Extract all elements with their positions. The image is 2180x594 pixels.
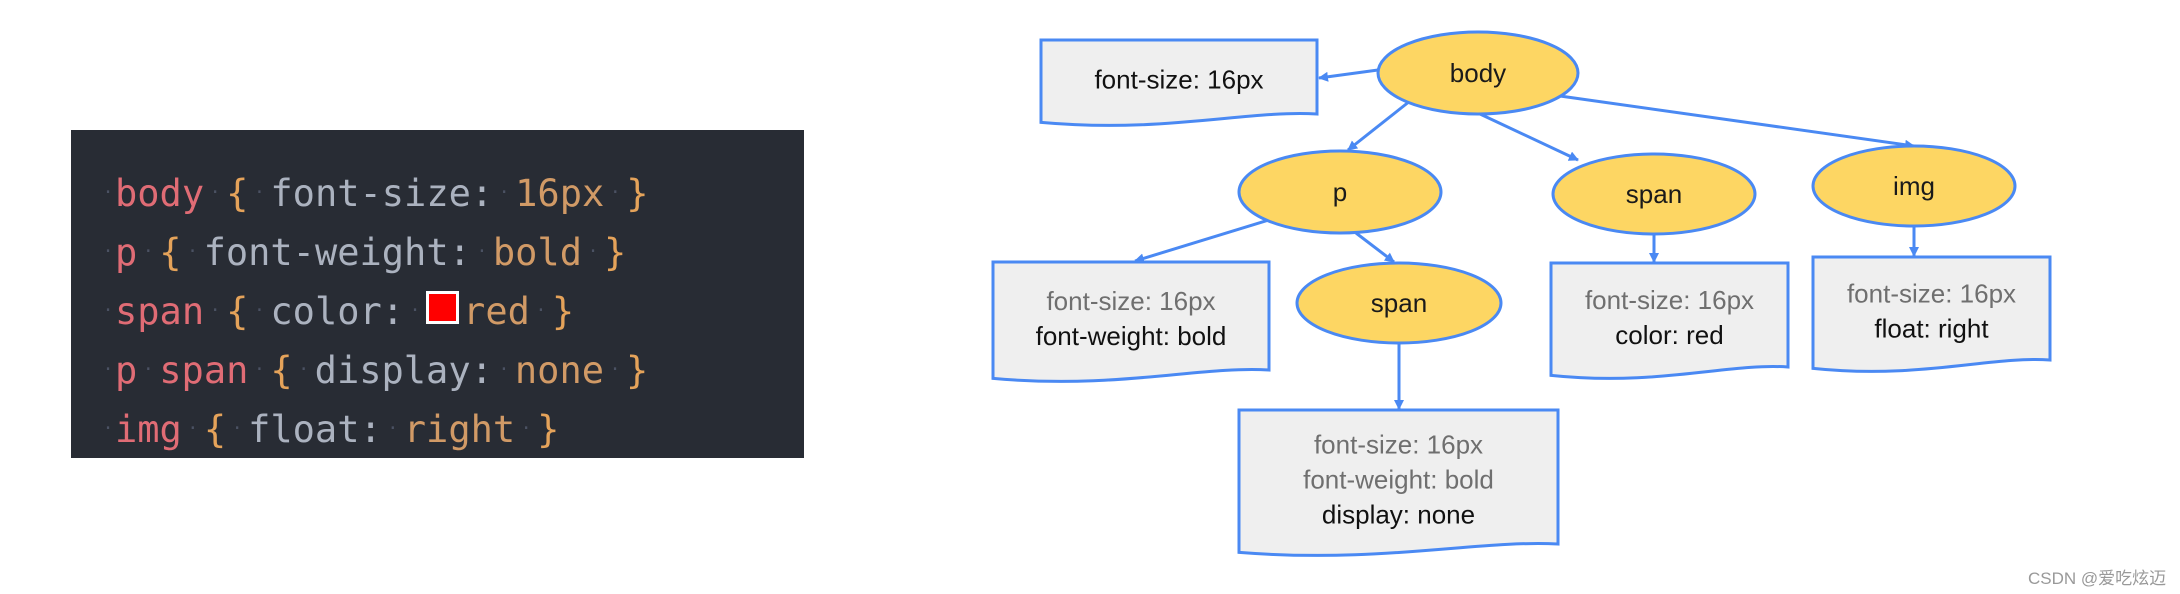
edge-arrow-body-to-span	[1479, 112, 1579, 162]
computed-style-box-p-span: font-size: 16px font-weight: bold display:…	[1237, 408, 1560, 557]
render-tree-diagram: font-size: 16px font-size: 16px font-weigh…	[991, 30, 2052, 557]
node-label: body	[1450, 58, 1506, 88]
own-style-text: font-size: 16px	[1094, 65, 1263, 95]
node-label: span	[1371, 288, 1427, 318]
node-label: img	[1893, 171, 1935, 201]
tree-node-p: p	[1237, 149, 1443, 235]
inherited-style-text: font-size: 16px	[1314, 430, 1483, 460]
computed-style-box-span: font-size: 16px color: red	[1549, 261, 1790, 380]
inherited-style-text: font-size: 16px	[1585, 285, 1754, 315]
watermark: CSDN @爱吃炫迈	[2028, 569, 2167, 588]
inherited-style-text: font-size: 16px	[1046, 286, 1215, 316]
edge-arrow-p-to-p-style	[1134, 217, 1273, 264]
own-style-text: display: none	[1322, 500, 1475, 530]
tree-node-span: span	[1551, 152, 1757, 236]
computed-style-box-p: font-size: 16px font-weight: bold	[991, 260, 1271, 383]
inherited-style-text: font-size: 16px	[1847, 279, 2016, 309]
edge-arrow-body-to-p	[1347, 99, 1411, 152]
edge-arrow-body-to-img	[1559, 94, 1915, 150]
computed-style-box-body: font-size: 16px	[1039, 38, 1319, 127]
own-style-text: float: right	[1874, 314, 1989, 344]
tree-node-p-span: span	[1295, 261, 1503, 345]
inherited-style-text: font-weight: bold	[1303, 465, 1494, 495]
own-style-text: color: red	[1615, 320, 1723, 350]
own-style-text: font-weight: bold	[1036, 321, 1227, 351]
edge-arrow-p-to-p-span	[1355, 231, 1395, 264]
node-label: span	[1626, 179, 1682, 209]
computed-style-box-img: font-size: 16px float: right	[1811, 255, 2052, 373]
tree-node-img: img	[1811, 144, 2017, 228]
node-label: p	[1333, 177, 1347, 207]
tree-node-body: body	[1376, 30, 1580, 116]
edge-arrow-body-to-body-style	[1318, 68, 1379, 82]
